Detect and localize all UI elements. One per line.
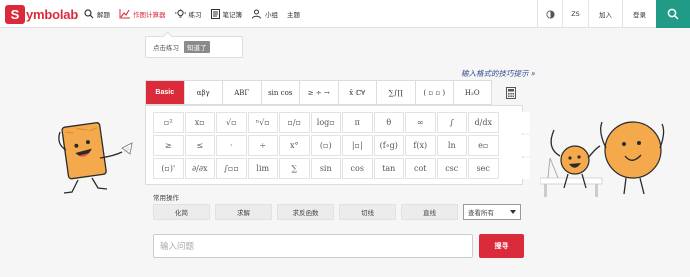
key-r0-c8[interactable]: ∞	[405, 112, 436, 133]
logo-badge: S	[5, 4, 25, 24]
tab-calculator[interactable]	[492, 80, 531, 105]
key-r2-c7[interactable]: tan	[373, 158, 404, 179]
theme-toggle[interactable]	[537, 0, 562, 28]
key-r1-c10[interactable]: e▫	[468, 135, 499, 156]
input-tips-link[interactable]: 输入格式的技巧提示 »	[461, 68, 536, 79]
key-r0-c7[interactable]: θ	[373, 112, 404, 133]
op-tangent[interactable]: 切线	[339, 204, 396, 220]
key-r0-c6[interactable]: π	[342, 112, 373, 133]
key-r1-c8[interactable]: f(x)	[405, 135, 436, 156]
key-r0-c1[interactable]: x▫	[184, 112, 215, 133]
tab-sets[interactable]: x̄ ℂ∀	[337, 80, 376, 105]
right-nav: ZS 加入 登录	[537, 0, 690, 28]
key-r2-c1[interactable]: ∂/∂x	[184, 158, 215, 179]
key-r2-c8[interactable]: cot	[405, 158, 436, 179]
key-r0-c11	[499, 112, 530, 133]
key-r1-c5[interactable]: (▫)	[310, 135, 341, 156]
op-solve[interactable]: 求解	[215, 204, 272, 220]
key-r0-c0[interactable]: ▫²	[153, 112, 184, 133]
tab-greek-lower[interactable]: αβγ	[183, 80, 222, 105]
tab-basic[interactable]: Basic	[145, 80, 184, 105]
tip-text: 点击练习	[153, 44, 179, 52]
key-r2-c3[interactable]: lim	[247, 158, 278, 179]
common-ops-label: 常用操作	[153, 194, 179, 202]
key-r2-c2[interactable]: ∫▫▫	[216, 158, 247, 179]
key-r0-c5[interactable]: log▫	[310, 112, 341, 133]
header-search-button[interactable]	[656, 0, 690, 28]
tab-relations[interactable]: ≥ ÷ →	[299, 80, 338, 105]
go-button[interactable]: 搜寻	[479, 234, 524, 258]
key-r1-c0[interactable]: ≥	[153, 135, 184, 156]
nav-practice[interactable]: 练习	[174, 9, 202, 19]
search-icon	[667, 8, 679, 20]
nav-topics[interactable]: 主题	[287, 9, 300, 19]
key-r1-c6[interactable]: |▫|	[342, 135, 373, 156]
key-r1-c3[interactable]: ÷	[247, 135, 278, 156]
symbolab-logo[interactable]: S ymbolab	[5, 4, 78, 24]
key-r2-c4[interactable]: ∑	[279, 158, 310, 179]
math-keypad: ▫² x▫ √▫ ⁿ√▫ ▫/▫ log▫ π θ ∞ ∫ d/dx ≥ ≤ · ÷ x° (▫) |▫| (f∘g…	[145, 105, 530, 185]
top-bar: S ymbolab 解题 作图计算器 练习 笔记簿 小组 主题 ZS 加入 登录	[0, 0, 690, 28]
ops-more-label: 查看所有	[468, 209, 494, 217]
main-nav: 解题 作图计算器 练习 笔记簿 小组 主题	[84, 0, 309, 28]
nav-notebook-label: 笔记簿	[222, 11, 243, 19]
op-line[interactable]: 直线	[401, 204, 458, 220]
search-icon	[84, 9, 94, 19]
nav-graphing[interactable]: 作图计算器	[119, 9, 166, 19]
language-selector[interactable]: ZS	[562, 0, 588, 28]
key-r1-c11	[499, 135, 530, 156]
keypad-grid: ▫² x▫ √▫ ⁿ√▫ ▫/▫ log▫ π θ ∞ ∫ d/dx ≥ ≤ · ÷ x° (▫) |▫| (f∘g…	[153, 112, 530, 179]
key-r1-c9[interactable]: ln	[436, 135, 467, 156]
key-r0-c4[interactable]: ▫/▫	[279, 112, 310, 133]
problem-input[interactable]: 输入问题	[153, 234, 473, 258]
group-icon	[252, 9, 261, 19]
key-r1-c4[interactable]: x°	[279, 135, 310, 156]
logo-text: ymbolab	[26, 6, 79, 22]
tip-dismiss-button[interactable]: 知道了	[184, 41, 210, 53]
key-r1-c2[interactable]: ·	[216, 135, 247, 156]
key-r0-c3[interactable]: ⁿ√▫	[247, 112, 278, 133]
key-r2-c9[interactable]: csc	[436, 158, 467, 179]
nav-solve[interactable]: 解题	[84, 9, 110, 19]
key-r1-c1[interactable]: ≤	[184, 135, 215, 156]
notebook-icon	[210, 9, 220, 19]
key-r2-c11	[499, 158, 530, 179]
key-r2-c10[interactable]: sec	[468, 158, 499, 179]
tab-matrix[interactable]: ( ▫ ▫ )	[414, 80, 453, 105]
login-link[interactable]: 登录	[622, 0, 656, 28]
bulb-icon	[174, 9, 186, 18]
key-r0-c2[interactable]: √▫	[216, 112, 247, 133]
tab-sum-int[interactable]: ∑∫∏	[376, 80, 415, 105]
nav-solve-label: 解题	[97, 11, 110, 19]
graph-icon	[119, 9, 130, 19]
op-simplify[interactable]: 化简	[153, 204, 210, 220]
join-link[interactable]: 加入	[588, 0, 622, 28]
key-r1-c7[interactable]: (f∘g)	[373, 135, 404, 156]
tab-trig[interactable]: sin cos	[260, 80, 299, 105]
key-r2-c6[interactable]: cos	[342, 158, 373, 179]
keypad-tabs: Basic αβγ ABΓ sin cos ≥ ÷ → x̄ ℂ∀ ∑∫∏ ( …	[145, 80, 530, 105]
nav-graphing-label: 作图计算器	[133, 11, 166, 19]
ops-more-dropdown[interactable]: 查看所有	[463, 204, 521, 220]
nav-groups-label: 小组	[265, 11, 278, 19]
tab-greek-upper[interactable]: ABΓ	[222, 80, 261, 105]
chevron-down-icon	[510, 210, 516, 214]
op-inverse[interactable]: 求反函数	[277, 204, 334, 220]
nav-notebook[interactable]: 笔记簿	[210, 9, 243, 19]
nav-groups[interactable]: 小组	[251, 9, 278, 19]
right-mascots-illustration	[540, 121, 665, 197]
key-r2-c5[interactable]: sin	[310, 158, 341, 179]
nav-practice-label: 练习	[188, 11, 202, 19]
practice-tip-popover: 点击练习 知道了	[145, 36, 243, 58]
key-r0-c10[interactable]: d/dx	[468, 112, 499, 133]
contrast-icon	[545, 9, 555, 19]
key-r0-c9[interactable]: ∫	[436, 112, 467, 133]
tab-chemistry[interactable]: H₂O	[453, 80, 492, 105]
key-r2-c0[interactable]: (▫)'	[153, 158, 184, 179]
common-ops: 化简 求解 求反函数 切线 直线 查看所有	[153, 204, 526, 220]
calculator-icon	[505, 86, 516, 99]
nav-topics-label: 主题	[287, 11, 300, 19]
left-mascot-illustration	[58, 122, 133, 194]
